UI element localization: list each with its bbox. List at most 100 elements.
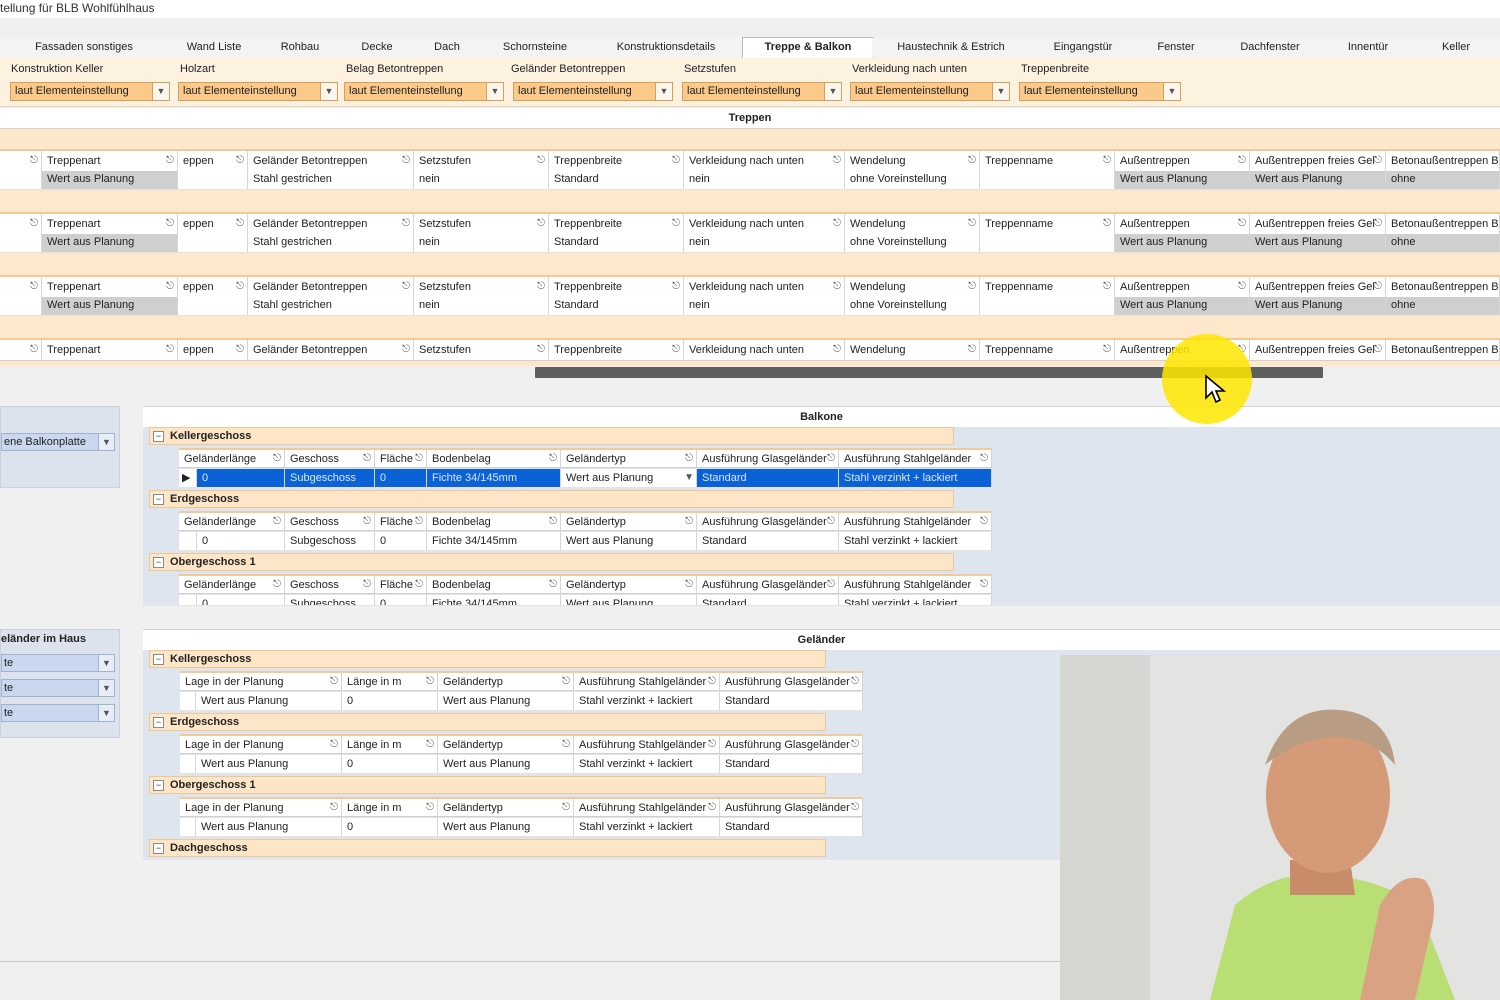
table-cell[interactable]: 0: [342, 755, 438, 773]
column-header[interactable]: Ausführung Stahlgeländer ⎋: [839, 576, 992, 593]
column-header[interactable]: Betonaußentreppen Be: [1386, 151, 1500, 171]
pin-icon[interactable]: ⎋: [330, 673, 338, 690]
column-header[interactable]: Verkleidung nach unten ⎋: [684, 151, 845, 171]
collapse-icon[interactable]: −: [153, 494, 164, 505]
pin-icon[interactable]: ⎋: [236, 151, 244, 171]
table-cell[interactable]: nein: [414, 234, 549, 252]
table-cell[interactable]: Wert aus Planung: [1250, 297, 1386, 315]
table-cell[interactable]: Wert aus Planung: [42, 234, 178, 252]
column-header[interactable]: eppen ⎋: [178, 214, 248, 234]
table-cell[interactable]: Stahl gestrichen: [248, 234, 414, 252]
column-header[interactable]: Geschoss ⎋: [285, 576, 375, 593]
table-cell[interactable]: Wert aus Planung: [1115, 234, 1250, 252]
tab-dachfenster[interactable]: Dachfenster: [1216, 38, 1325, 57]
column-header[interactable]: Ausführung Stahlgeländer ⎋: [574, 736, 720, 753]
horizontal-scrollbar[interactable]: [0, 366, 1500, 380]
column-header[interactable]: Ausführung Glasgeländer ⎋: [697, 576, 839, 593]
gelaendertyp-select[interactable]: Wert aus Planung ▼: [561, 469, 697, 487]
column-header[interactable]: Geländer Betontreppen ⎋: [248, 214, 414, 234]
filter-verkleidung-select[interactable]: laut Elementeinstellung ▼: [850, 82, 1010, 101]
pin-icon[interactable]: ⎋: [851, 799, 859, 816]
row-indicator[interactable]: [180, 755, 196, 773]
pin-icon[interactable]: ⎋: [827, 576, 835, 593]
column-header[interactable]: Geländertyp ⎋: [561, 450, 697, 467]
pin-icon[interactable]: ⎋: [30, 277, 38, 297]
column-header[interactable]: Setzstufen ⎋: [414, 151, 549, 171]
table-row[interactable]: Wert aus Planung Stahl gestrichen nein S…: [0, 171, 1500, 190]
table-cell[interactable]: Subgeschoss: [285, 532, 375, 550]
chevron-down-icon[interactable]: ▼: [98, 434, 114, 450]
chevron-down-icon[interactable]: ▼: [98, 705, 114, 721]
table-cell[interactable]: Standard: [549, 171, 684, 189]
balcony-plate-select[interactable]: ene Balkonplatte ▼: [1, 433, 115, 451]
column-header[interactable]: Geländertyp ⎋: [561, 576, 697, 593]
column-header[interactable]: Außentreppen ⎋: [1115, 151, 1250, 171]
filter-belag-betontreppen-select[interactable]: laut Elementeinstellung ▼: [344, 82, 504, 101]
pin-icon[interactable]: ⎋: [1238, 151, 1246, 171]
chevron-down-icon[interactable]: ▼: [655, 83, 672, 100]
group-kellergeschoss[interactable]: − Kellergeschoss: [149, 427, 954, 445]
column-header[interactable]: Länge in m ⎋: [342, 673, 438, 690]
pin-icon[interactable]: ⎋: [672, 277, 680, 297]
table-row[interactable]: Wert aus Planung 0 Wert aus Planung Stah…: [180, 818, 863, 837]
row-indicator[interactable]: [0, 297, 42, 315]
table-cell[interactable]: Standard: [549, 297, 684, 315]
column-header[interactable]: Wendelung ⎋: [845, 340, 980, 360]
column-header[interactable]: Treppenname ⎋: [980, 214, 1115, 234]
pin-icon[interactable]: ⎋: [1103, 151, 1111, 171]
column-header[interactable]: Geländer Betontreppen ⎋: [248, 151, 414, 171]
pin-icon[interactable]: ⎋: [30, 214, 38, 234]
pin-icon[interactable]: ⎋: [537, 277, 545, 297]
tab-haustechnik-estrich[interactable]: Haustechnik & Estrich: [872, 38, 1031, 57]
pin-icon[interactable]: ⎋: [402, 151, 410, 171]
table-cell[interactable]: [980, 297, 1115, 315]
column-header[interactable]: Treppenart ⎋: [42, 214, 178, 234]
table-row[interactable]: 0 Subgeschoss 0 Fichte 34/145mm Wert aus…: [179, 532, 992, 551]
tab-rohbau[interactable]: Rohbau: [260, 38, 341, 57]
column-header[interactable]: Geländertyp ⎋: [561, 513, 697, 530]
table-cell[interactable]: Wert aus Planung: [1250, 171, 1386, 189]
column-header[interactable]: Geländerlänge ⎋: [179, 450, 285, 467]
pin-icon[interactable]: ⎋: [537, 340, 545, 360]
pin-icon[interactable]: ⎋: [685, 450, 693, 467]
railing-select[interactable]: te ▼: [1, 679, 115, 697]
filter-holzart-select[interactable]: laut Elementeinstellung ▼: [178, 82, 338, 101]
column-header[interactable]: Ausführung Stahlgeländer ⎋: [574, 799, 720, 816]
column-header[interactable]: Treppenname ⎋: [980, 340, 1115, 360]
filter-gelaender-betontreppen-select[interactable]: laut Elementeinstellung ▼: [513, 82, 673, 101]
table-cell[interactable]: ohne Voreinstellung: [845, 171, 980, 189]
column-header[interactable]: Bodenbelag ⎋: [427, 450, 561, 467]
table-cell[interactable]: ohne: [1386, 234, 1500, 252]
pin-icon[interactable]: ⎋: [1238, 277, 1246, 297]
column-header[interactable]: Wendelung ⎋: [845, 277, 980, 297]
table-cell[interactable]: Stahl gestrichen: [248, 297, 414, 315]
pin-icon[interactable]: ⎋: [708, 736, 716, 753]
column-header[interactable]: Geländer Betontreppen ⎋: [248, 277, 414, 297]
pin-icon[interactable]: ⎋: [980, 513, 988, 530]
pin-icon[interactable]: ⎋: [363, 576, 371, 593]
pin-icon[interactable]: ⎋: [833, 340, 841, 360]
tab-treppe-balkon[interactable]: Treppe & Balkon: [742, 37, 874, 59]
table-cell[interactable]: Standard: [697, 469, 839, 487]
table-cell[interactable]: Stahl verzinkt + lackiert: [574, 692, 720, 710]
row-indicator[interactable]: [180, 692, 196, 710]
tab-fassaden-sonstiges[interactable]: Fassaden sonstiges: [0, 38, 169, 57]
table-cell[interactable]: Wert aus Planung: [438, 755, 574, 773]
table-cell[interactable]: ohne Voreinstellung: [845, 297, 980, 315]
tab-schornsteine[interactable]: Schornsteine: [480, 38, 591, 57]
table-cell[interactable]: Wert aus Planung: [196, 818, 342, 836]
column-header[interactable]: Außentreppen freies Gel ⎋: [1250, 340, 1386, 360]
table-cell[interactable]: 0: [197, 595, 285, 605]
column-header[interactable]: Geschoss ⎋: [285, 450, 375, 467]
pin-icon[interactable]: ⎋: [968, 151, 976, 171]
column-header[interactable]: Setzstufen ⎋: [414, 214, 549, 234]
pin-icon[interactable]: ⎋: [980, 576, 988, 593]
table-cell[interactable]: Stahl verzinkt + lackiert: [574, 755, 720, 773]
pin-icon[interactable]: ⎋: [236, 340, 244, 360]
group-dachgeschoss[interactable]: − Dachgeschoss: [149, 839, 826, 857]
table-row[interactable]: ▶ 0 Subgeschoss 0 Fichte 34/145mm Wert a…: [179, 469, 992, 488]
pin-icon[interactable]: ⎋: [833, 277, 841, 297]
table-cell[interactable]: Stahl verzinkt + lackiert: [839, 595, 992, 605]
column-header[interactable]: Lage in der Planung ⎋: [180, 736, 342, 753]
pin-icon[interactable]: ⎋: [1374, 151, 1382, 171]
